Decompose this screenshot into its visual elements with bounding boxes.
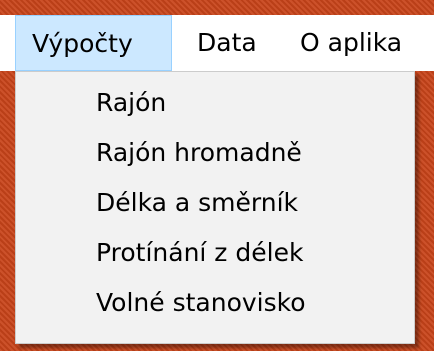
menu-item-delka-a-smernik[interactable]: Délka a směrník bbox=[96, 188, 298, 217]
menu-data[interactable]: Data bbox=[197, 15, 257, 71]
menu-item-rajon-hromadne[interactable]: Rajón hromadně bbox=[96, 138, 302, 167]
menu-item-rajon[interactable]: Rajón bbox=[96, 88, 166, 117]
menu-vypocty[interactable]: Výpočty bbox=[15, 15, 172, 71]
vypocty-dropdown-menu: Rajón Rajón hromadně Délka a směrník Pro… bbox=[15, 71, 415, 344]
menu-item-volne-stanovisko[interactable]: Volné stanovisko bbox=[96, 288, 306, 317]
menu-o-aplikaci[interactable]: O aplika bbox=[300, 15, 402, 71]
menu-item-protinani-z-delek[interactable]: Protínání z délek bbox=[96, 238, 303, 267]
menu-bar: Výpočty Data O aplika bbox=[0, 15, 434, 71]
